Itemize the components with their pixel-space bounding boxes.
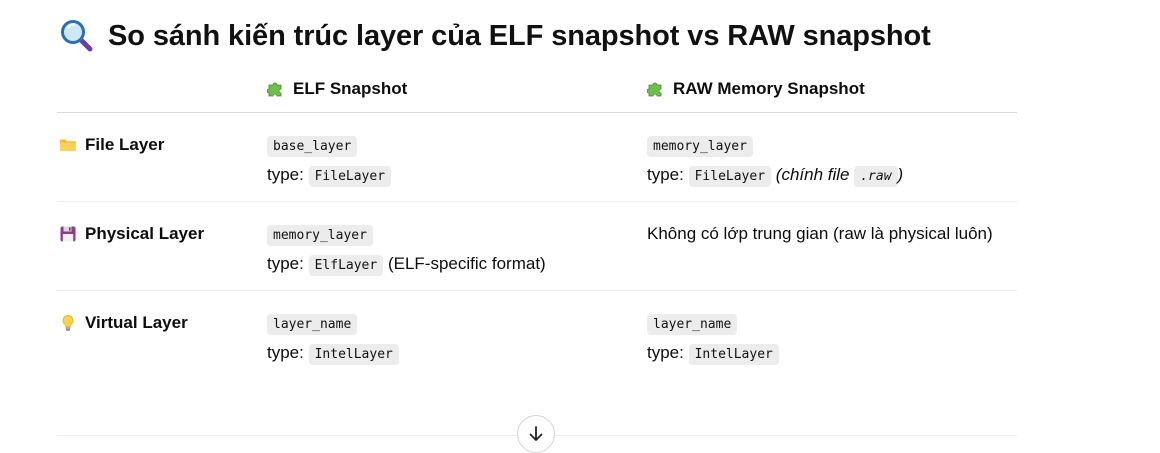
page-title-text: So sánh kiến trúc layer của ELF snapshot…: [108, 19, 931, 52]
raw-cell: layer_name type: IntelLayer: [639, 291, 1017, 380]
code-snippet: memory_layer: [267, 225, 373, 246]
code-snippet: base_layer: [267, 136, 358, 157]
table-row: File Layer base_layer type: FileLayer me…: [57, 112, 1017, 202]
arrow-down-icon: [526, 424, 546, 444]
table-header-row: ELF Snapshot RAW Memory Snapshot: [57, 70, 1017, 113]
floppy-disk-icon: [59, 225, 77, 243]
table-header-elf: ELF Snapshot: [259, 70, 639, 113]
scroll-to-bottom-button[interactable]: [517, 415, 555, 453]
puzzle-piece-icon: [267, 80, 285, 98]
cell-text: Không có lớp trung gian (raw là physical…: [647, 224, 993, 243]
raw-cell: memory_layer type: FileLayer (chính file…: [639, 112, 1017, 202]
raw-cell: Không có lớp trung gian (raw là physical…: [639, 201, 1017, 291]
code-snippet: IntelLayer: [688, 344, 779, 365]
light-bulb-icon: [59, 314, 77, 332]
table-header-empty: [57, 70, 259, 113]
elf-cell: memory_layer type: ElfLayer (ELF-specifi…: [259, 201, 639, 291]
table-row: Virtual Layer layer_name type: IntelLaye…: [57, 291, 1017, 380]
note-text: (chính file: [775, 165, 850, 184]
folder-icon: [59, 136, 77, 154]
code-snippet: memory_layer: [647, 136, 753, 157]
code-snippet: IntelLayer: [308, 344, 399, 365]
row-label-cell: Virtual Layer: [57, 291, 259, 380]
note-text: (ELF-specific format): [387, 254, 546, 273]
page-title: So sánh kiến trúc layer của ELF snapshot…: [60, 14, 931, 58]
table-header-raw: RAW Memory Snapshot: [639, 70, 1017, 113]
code-snippet: ElfLayer: [308, 255, 384, 276]
code-snippet: layer_name: [267, 314, 358, 335]
row-label-cell: Physical Layer: [57, 201, 259, 291]
table-row: Physical Layer memory_layer type: ElfLay…: [57, 201, 1017, 291]
magnifying-glass-icon: [60, 19, 94, 53]
code-snippet: FileLayer: [308, 166, 392, 187]
puzzle-piece-icon: [647, 80, 665, 98]
elf-cell: base_layer type: FileLayer: [259, 112, 639, 202]
comparison-table: ELF Snapshot RAW Memory Snapshot File La…: [57, 70, 1017, 379]
elf-cell: layer_name type: IntelLayer: [259, 291, 639, 380]
code-snippet: FileLayer: [688, 166, 772, 187]
note-text: ): [897, 165, 904, 184]
code-snippet: layer_name: [647, 314, 738, 335]
row-label-cell: File Layer: [57, 112, 259, 202]
code-snippet: .raw: [854, 166, 898, 187]
